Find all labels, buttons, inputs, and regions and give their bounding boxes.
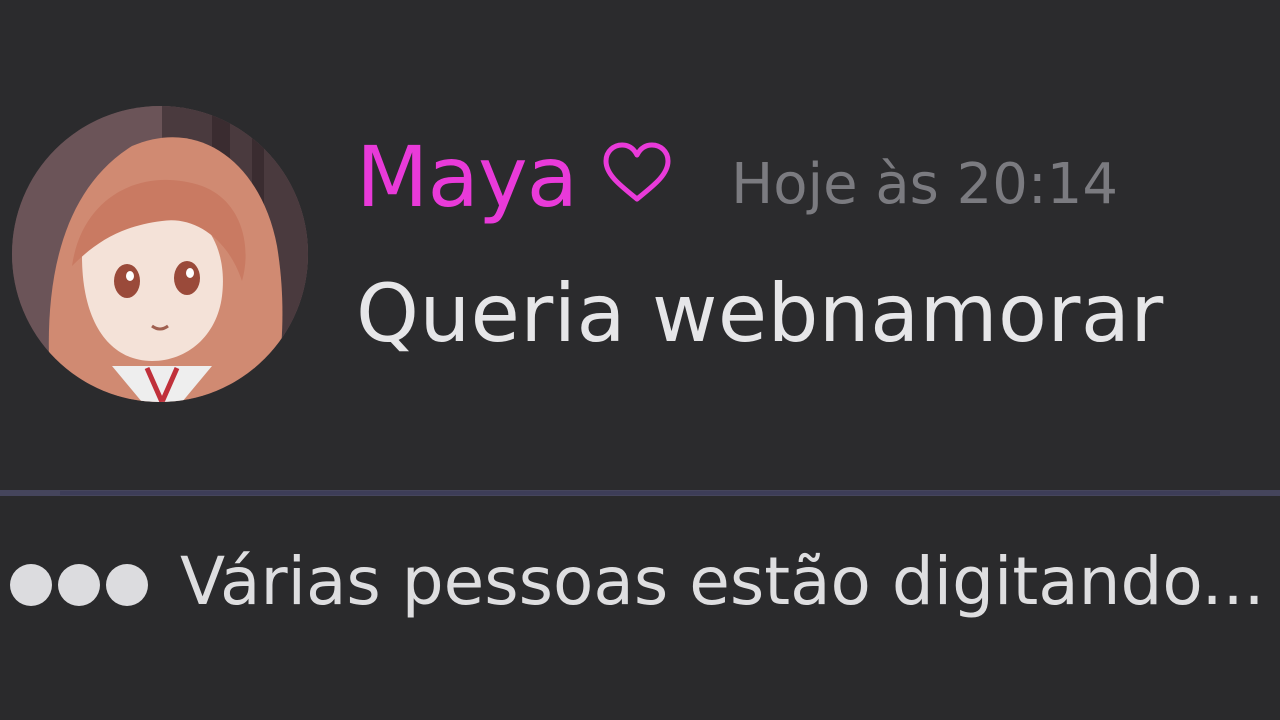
timestamp: Hoje às 20:14 (731, 152, 1118, 217)
typing-indicator-text: Várias pessoas estão digitando... (180, 543, 1265, 620)
avatar-image (12, 106, 308, 402)
heart-outline-icon (601, 141, 673, 205)
typing-dot (106, 564, 148, 606)
chat-frame: Maya Hoje às 20:14 Queria webnamorar Vár… (0, 0, 1280, 720)
avatar[interactable] (12, 106, 308, 402)
message-content: Queria webnamorar (356, 267, 1164, 360)
chat-message[interactable]: Maya Hoje às 20:14 Queria webnamorar (0, 0, 1280, 490)
username[interactable]: Maya (356, 135, 578, 219)
typing-dot (10, 564, 52, 606)
typing-dots-icon (10, 560, 148, 610)
typing-dot (58, 564, 100, 606)
message-header: Maya Hoje às 20:14 (356, 122, 1118, 232)
